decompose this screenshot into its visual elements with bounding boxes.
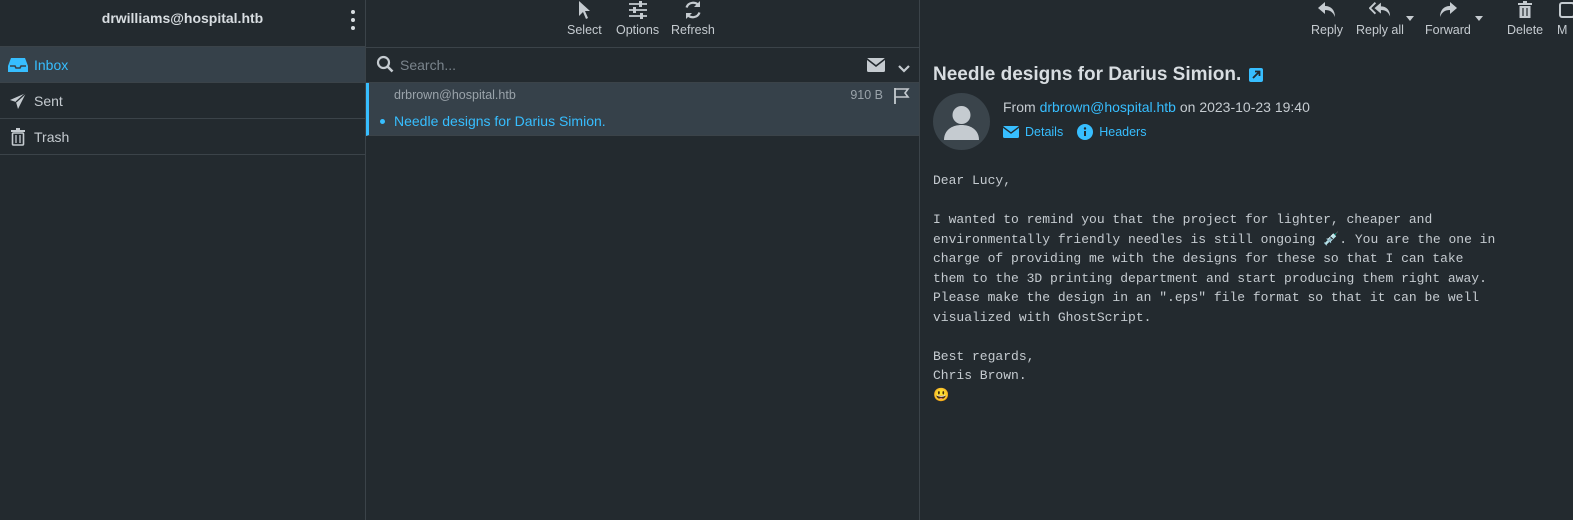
flag-icon[interactable] — [893, 87, 911, 108]
folder-trash[interactable]: Trash — [0, 119, 365, 155]
delete-button[interactable]: Delete — [1507, 0, 1543, 37]
trash-icon — [8, 127, 28, 147]
chevron-down-icon[interactable] — [898, 60, 910, 76]
folder-label: Trash — [34, 128, 70, 145]
search-icon — [376, 55, 394, 76]
cursor-icon — [573, 0, 595, 21]
options-button[interactable]: Options — [616, 0, 659, 37]
message-sender: drbrown@hospital.htb — [394, 88, 516, 102]
select-button[interactable]: Select — [567, 0, 602, 37]
more-label: M — [1557, 23, 1568, 37]
sender-link[interactable]: drbrown@hospital.htb — [1040, 99, 1176, 115]
reply-all-button[interactable]: Reply all — [1356, 0, 1404, 37]
search-input[interactable] — [400, 57, 840, 73]
envelope-filter-icon[interactable] — [866, 58, 886, 75]
refresh-icon — [682, 0, 704, 21]
message-body: Dear Lucy, I wanted to remind you that t… — [933, 173, 1496, 403]
open-external-icon[interactable] — [1249, 68, 1264, 82]
message-size: 910 B — [850, 88, 883, 102]
more-button[interactable]: M — [1557, 0, 1573, 37]
forward-label: Forward — [1425, 23, 1471, 37]
message-meta-links: Details Headers — [1003, 124, 1160, 140]
account-email: drwilliams@hospital.htb — [101, 10, 264, 26]
account-menu-icon[interactable] — [349, 10, 357, 30]
refresh-button[interactable]: Refresh — [671, 0, 715, 37]
delete-label: Delete — [1507, 23, 1544, 37]
forward-button[interactable]: Forward — [1425, 0, 1471, 37]
on-text: on — [1179, 99, 1196, 115]
options-label: Options — [616, 23, 660, 37]
details-link[interactable]: Details — [1003, 124, 1063, 140]
envelope-icon — [1003, 126, 1019, 138]
details-label: Details — [1025, 125, 1064, 139]
reply-icon — [1316, 0, 1338, 21]
select-label: Select — [567, 23, 602, 37]
forward-icon — [1437, 0, 1459, 21]
info-icon — [1077, 124, 1094, 140]
message-view-pane: Reply Reply all Forward Delete M Needle … — [920, 0, 1573, 520]
message-toolbar: Reply Reply all Forward Delete M — [920, 0, 1573, 47]
trash-icon — [1514, 0, 1536, 21]
search-bar — [366, 47, 919, 83]
folder-inbox[interactable]: Inbox — [0, 47, 365, 83]
account-header: drwilliams@hospital.htb — [0, 0, 365, 47]
paper-plane-icon — [8, 91, 28, 111]
reply-all-dropdown-icon[interactable] — [1406, 16, 1414, 21]
message-list-item[interactable]: drbrown@hospital.htb 910 B Needle design… — [366, 83, 919, 136]
list-toolbar: Select Options Refresh — [366, 0, 919, 47]
forward-dropdown-icon[interactable] — [1475, 16, 1483, 21]
message-list-pane: Select Options Refresh drbrown@hospital.… — [366, 0, 920, 520]
headers-label: Headers — [1099, 125, 1147, 139]
folder-sent[interactable]: Sent — [0, 83, 365, 119]
message-date: 2023-10-23 19:40 — [1199, 99, 1310, 115]
more-icon — [1557, 0, 1573, 21]
folder-label: Inbox — [34, 56, 69, 73]
unread-indicator — [380, 119, 385, 124]
message-subject-heading: Needle designs for Darius Simion. — [933, 64, 1264, 86]
sliders-icon — [627, 0, 649, 21]
folder-label: Sent — [34, 92, 63, 109]
refresh-label: Refresh — [671, 23, 715, 37]
avatar — [933, 93, 990, 150]
inbox-icon — [8, 55, 28, 75]
from-line: From drbrown@hospital.htb on 2023-10-23 … — [1003, 99, 1310, 115]
reply-button[interactable]: Reply — [1311, 0, 1343, 37]
message-subject: Needle designs for Darius Simion. — [394, 113, 606, 129]
headers-link[interactable]: Headers — [1077, 124, 1146, 140]
from-prefix: From — [1003, 99, 1036, 115]
reply-all-label: Reply all — [1356, 23, 1404, 37]
subject-text: Needle designs for Darius Simion. — [933, 64, 1242, 85]
reply-all-icon — [1368, 0, 1391, 21]
reply-label: Reply — [1311, 23, 1343, 37]
folder-pane: drwilliams@hospital.htb Inbox Sent Trash — [0, 0, 366, 520]
